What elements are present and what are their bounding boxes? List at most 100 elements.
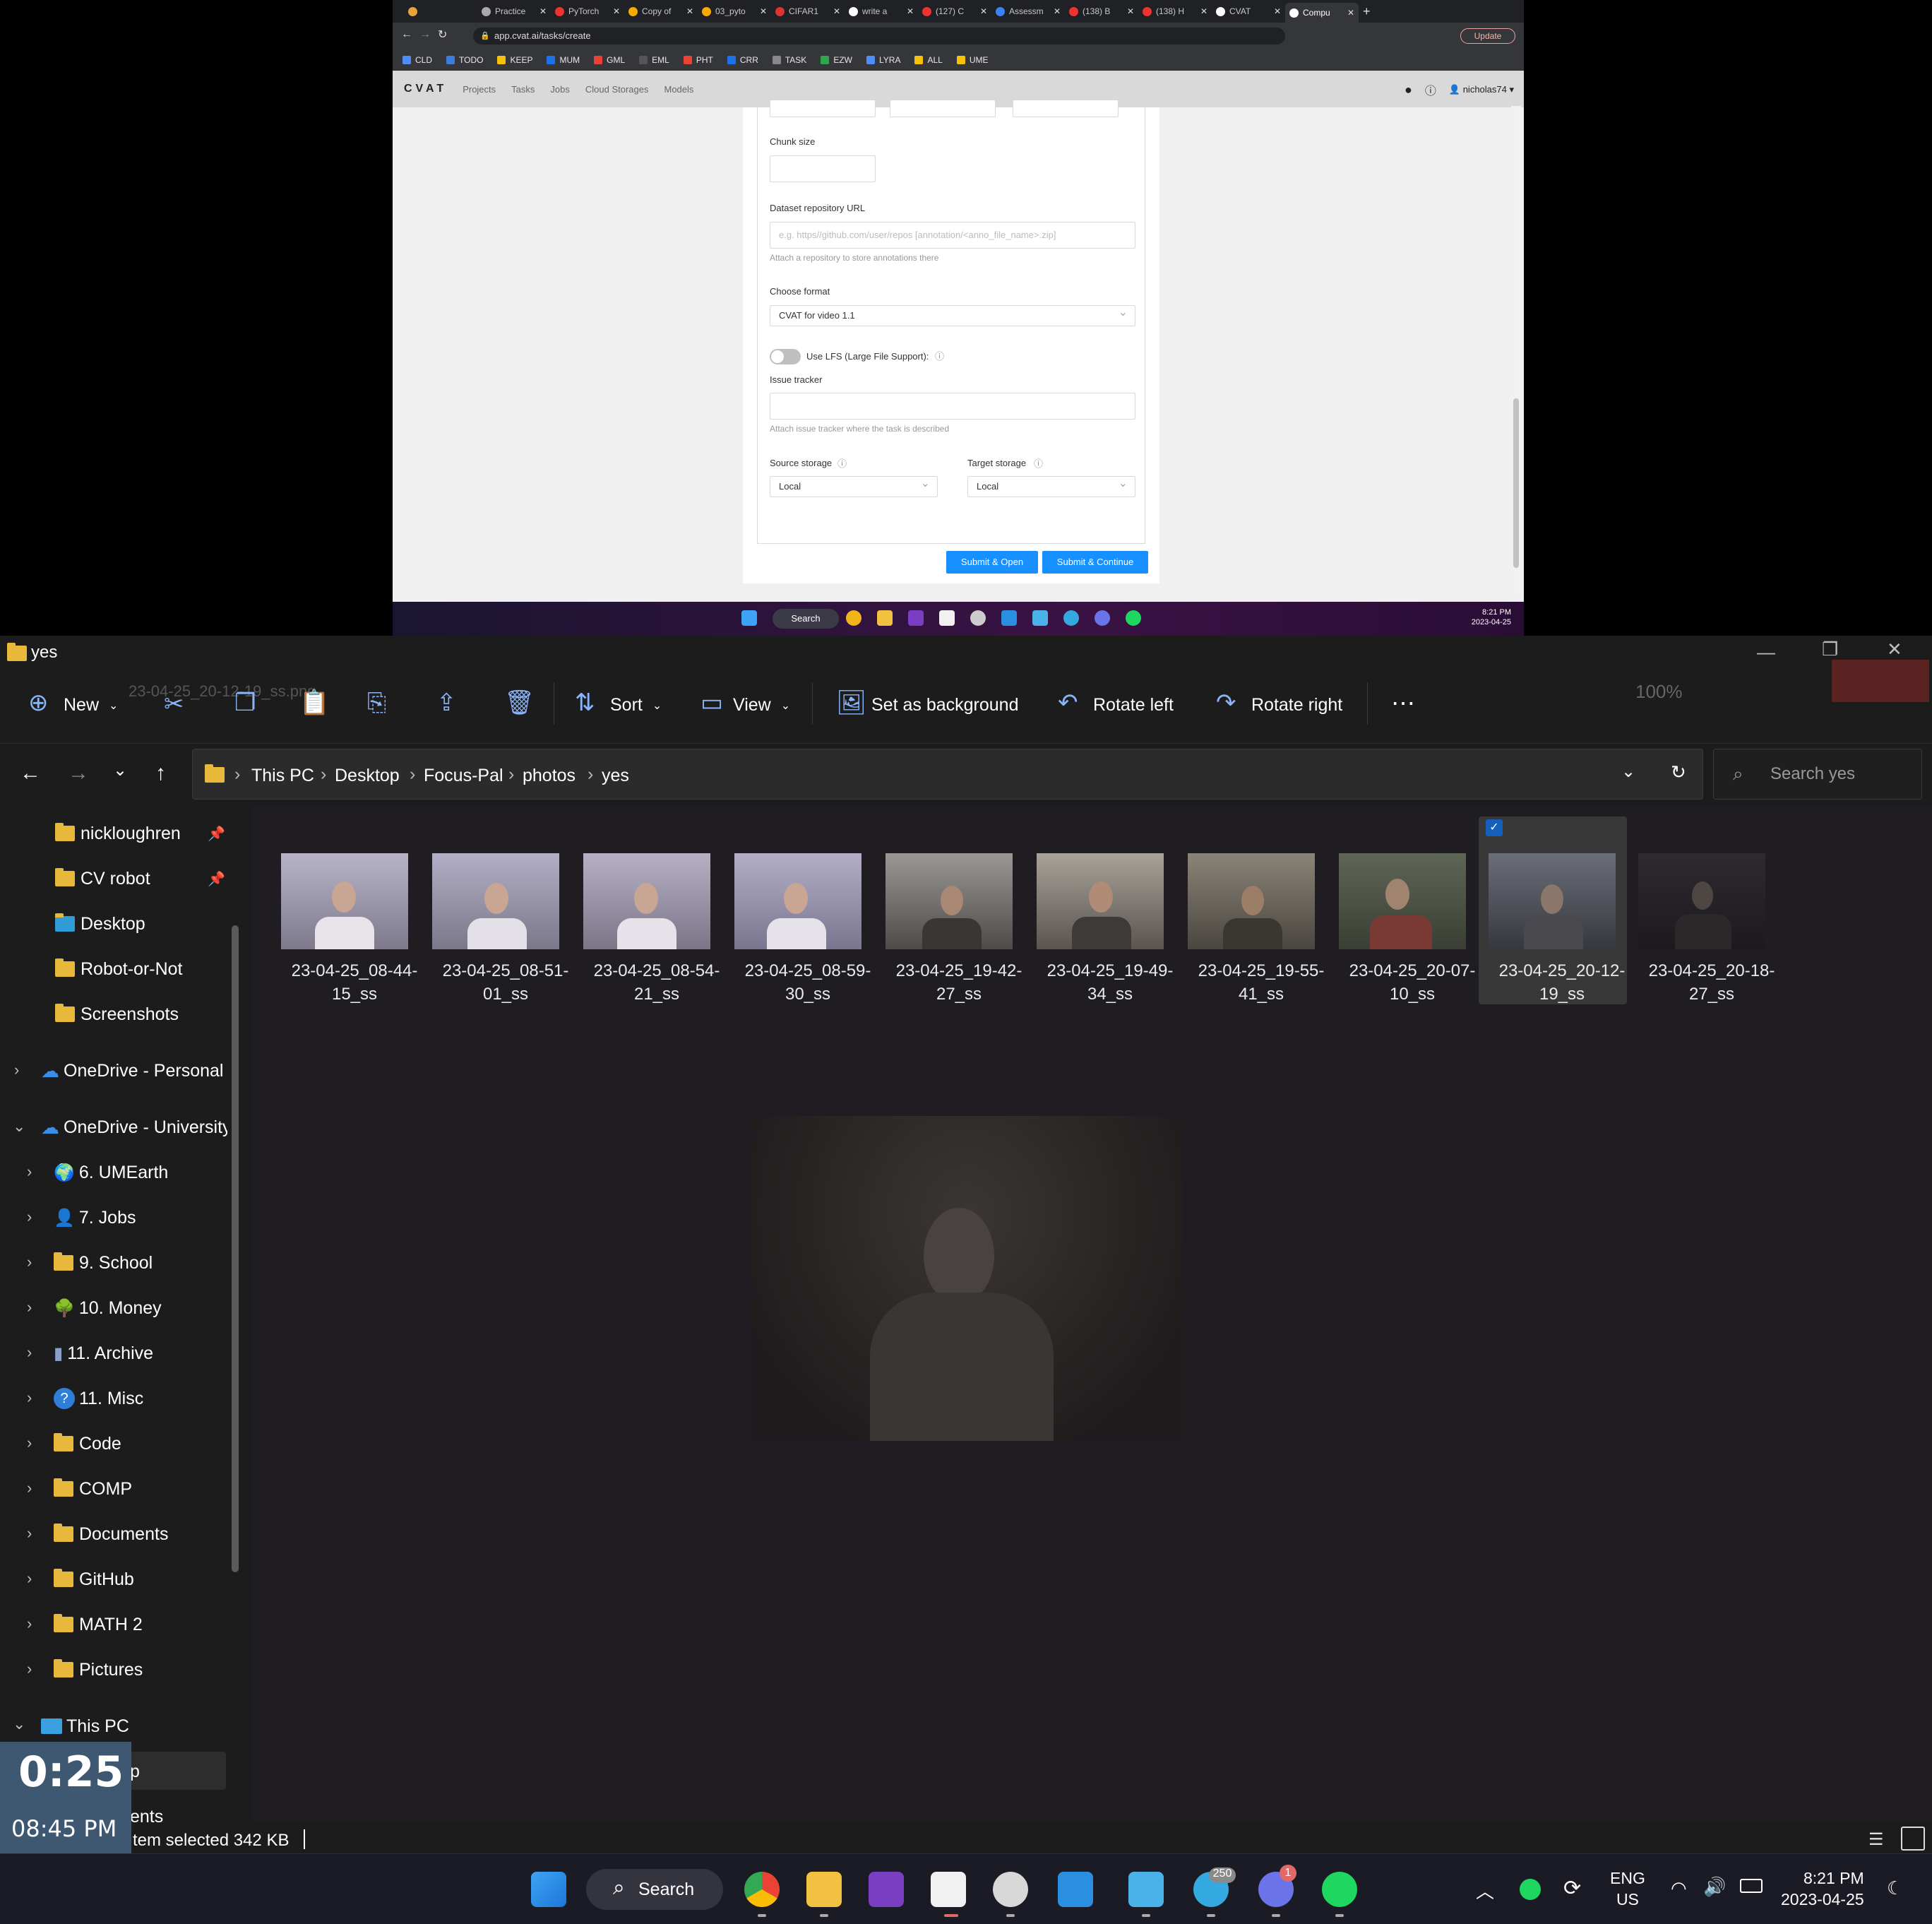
sidebar-item-screenshots[interactable]: Screenshots bbox=[55, 996, 179, 1033]
onenote-icon[interactable] bbox=[869, 1872, 904, 1907]
sidebar-item-cv-robot[interactable]: CV robot bbox=[55, 860, 150, 897]
file-explorer-icon[interactable] bbox=[877, 610, 893, 626]
sidebar-item-misc[interactable]: ? 11. Misc bbox=[54, 1380, 143, 1417]
onenote-icon[interactable] bbox=[908, 610, 924, 626]
reload-icon[interactable]: ↻ bbox=[438, 28, 447, 42]
start-icon[interactable] bbox=[531, 1872, 566, 1907]
sidebar-item-github[interactable]: GitHub bbox=[54, 1561, 134, 1598]
sidebar-item-jobs[interactable]: 👤 7. Jobs bbox=[54, 1199, 136, 1236]
maximize-icon[interactable]: ❐ bbox=[1822, 639, 1838, 660]
details-view-icon[interactable]: ☰ bbox=[1868, 1829, 1884, 1850]
sidebar-item-onedrive-university[interactable]: ☁ OneDrive - University bbox=[41, 1109, 227, 1146]
expand-icon[interactable]: › bbox=[27, 1569, 32, 1588]
sidebar-item-desktop-pc[interactable]: p bbox=[130, 1753, 140, 1790]
format-select[interactable]: CVAT for video 1.1 bbox=[770, 303, 1135, 326]
sidebar-item-math2[interactable]: MATH 2 bbox=[54, 1606, 143, 1643]
bookmark[interactable]: KEEP bbox=[497, 55, 532, 65]
back-arrow-icon[interactable]: ← bbox=[20, 761, 41, 785]
sidebar-item-money[interactable]: 🌳 10. Money bbox=[54, 1290, 162, 1326]
browser-tab[interactable]: (127) C ✕ bbox=[918, 3, 991, 20]
page-scrollbar[interactable] bbox=[1511, 106, 1521, 593]
expand-icon[interactable]: › bbox=[27, 1479, 32, 1497]
sidebar-item-robot-or-not[interactable]: Robot-or-Not bbox=[55, 951, 183, 987]
forward-arrow-icon[interactable]: → bbox=[68, 761, 89, 785]
browser-tab[interactable]: PyTorch ✕ bbox=[551, 3, 624, 20]
browser-tab[interactable]: (138) B ✕ bbox=[1065, 3, 1138, 20]
bookmark[interactable]: EZW bbox=[821, 55, 852, 65]
prior-field-1[interactable] bbox=[770, 100, 876, 117]
expand-icon[interactable]: › bbox=[27, 1524, 32, 1543]
breadcrumb-desktop[interactable]: Desktop bbox=[335, 766, 400, 786]
sidebar-item-archive[interactable]: ▮ 11. Archive bbox=[54, 1335, 153, 1372]
taskbar-search[interactable]: Search bbox=[773, 609, 839, 629]
tiles-view-icon[interactable] bbox=[1901, 1827, 1925, 1851]
prior-field-2[interactable] bbox=[890, 100, 996, 117]
collapse-icon[interactable]: ⌄ bbox=[13, 1715, 25, 1733]
sidebar-item-code[interactable]: Code bbox=[54, 1425, 121, 1462]
discord-icon[interactable] bbox=[1095, 610, 1110, 626]
nav-tasks[interactable]: Tasks bbox=[511, 84, 535, 95]
chrome-icon[interactable] bbox=[744, 1872, 780, 1907]
file-explorer-icon[interactable] bbox=[806, 1872, 842, 1907]
sort-button[interactable]: Sort ⌄ bbox=[610, 695, 662, 715]
prior-field-3[interactable] bbox=[1013, 100, 1119, 117]
bookmark[interactable]: CLD bbox=[402, 55, 432, 65]
sidebar-item-nickloughren[interactable]: nickloughren bbox=[55, 815, 181, 852]
browser-tab[interactable]: Copy of ✕ bbox=[624, 3, 698, 20]
recent-locations-icon[interactable]: ⌄ bbox=[113, 760, 127, 780]
up-arrow-icon[interactable]: ↑ bbox=[155, 761, 166, 785]
checkbox-checked-icon[interactable]: ✓ bbox=[1486, 819, 1503, 836]
sidebar-scrollbar[interactable] bbox=[232, 925, 239, 1572]
dataset-repo-input[interactable]: e.g. https//github.com/user/repos [annot… bbox=[770, 222, 1135, 249]
expand-icon[interactable]: › bbox=[27, 1343, 32, 1362]
nav-cloud-storages[interactable]: Cloud Storages bbox=[585, 84, 649, 95]
vscode-icon[interactable] bbox=[1001, 610, 1017, 626]
submit-open-button[interactable]: Submit & Open bbox=[946, 551, 1038, 574]
volume-icon[interactable]: 🔊 bbox=[1703, 1876, 1726, 1898]
notion-icon[interactable] bbox=[939, 610, 955, 626]
sidebar-item-desktop[interactable]: Desktop bbox=[55, 905, 145, 942]
spotify-icon[interactable] bbox=[1126, 610, 1141, 626]
sidebar-item-pictures[interactable]: Pictures bbox=[54, 1651, 143, 1688]
expand-icon[interactable]: › bbox=[27, 1163, 32, 1181]
nav-projects[interactable]: Projects bbox=[463, 84, 496, 95]
sidebar-item-school[interactable]: 9. School bbox=[54, 1245, 153, 1281]
search-input[interactable]: Search yes bbox=[1713, 749, 1922, 800]
bookmark[interactable]: EML bbox=[639, 55, 669, 65]
expand-icon[interactable]: › bbox=[27, 1434, 32, 1452]
language-indicator[interactable]: ENG US bbox=[1610, 1867, 1645, 1910]
sync-icon[interactable]: ⟳ bbox=[1563, 1876, 1581, 1901]
taskbar-clock[interactable]: 8:21 PM 2023-04-25 bbox=[1781, 1867, 1864, 1910]
notion-icon[interactable] bbox=[931, 1872, 966, 1907]
breadcrumb-yes[interactable]: yes bbox=[602, 766, 629, 786]
browser-tab-active[interactable]: Compu ✕ bbox=[1285, 3, 1359, 23]
chrome-icon[interactable] bbox=[846, 610, 861, 626]
cut-icon[interactable]: ✂ bbox=[164, 692, 184, 716]
tray-overflow-icon[interactable]: ︿ bbox=[1476, 1877, 1494, 1904]
bookmark[interactable]: PHT bbox=[683, 55, 713, 65]
bookmark[interactable]: TASK bbox=[772, 55, 806, 65]
wifi-icon[interactable]: ◠ bbox=[1671, 1877, 1687, 1899]
new-button[interactable]: New ⌄ bbox=[64, 695, 118, 715]
issue-tracker-input[interactable] bbox=[770, 393, 1135, 420]
expand-icon[interactable]: › bbox=[27, 1208, 32, 1226]
expand-icon[interactable]: › bbox=[27, 1389, 32, 1407]
browser-tab[interactable]: Practice ✕ bbox=[477, 3, 551, 20]
use-lfs-toggle[interactable] bbox=[770, 349, 801, 364]
collapse-icon[interactable]: ⌄ bbox=[13, 1117, 25, 1136]
start-icon[interactable] bbox=[741, 610, 757, 626]
bookmark[interactable]: CRR bbox=[727, 55, 758, 65]
rotate-right-button[interactable]: Rotate right bbox=[1251, 695, 1342, 715]
sidebar-item-documents[interactable]: Documents bbox=[54, 1516, 168, 1552]
breadcrumb-photos[interactable]: photos bbox=[523, 766, 576, 786]
view-button[interactable]: View ⌄ bbox=[733, 695, 790, 715]
submit-continue-button[interactable]: Submit & Continue bbox=[1042, 551, 1148, 574]
rename-icon[interactable]: ⎘ bbox=[367, 691, 386, 715]
bookmark[interactable]: MUM bbox=[547, 55, 580, 65]
breadcrumb-this-pc[interactable]: This PC bbox=[251, 766, 314, 786]
scroll-thumb[interactable] bbox=[1513, 398, 1519, 568]
sidebar-item-comp[interactable]: COMP bbox=[54, 1471, 132, 1507]
focus-moon-icon[interactable]: ☾ bbox=[1887, 1877, 1903, 1899]
spotify-icon[interactable] bbox=[1322, 1872, 1357, 1907]
back-icon[interactable]: ← bbox=[401, 28, 412, 41]
